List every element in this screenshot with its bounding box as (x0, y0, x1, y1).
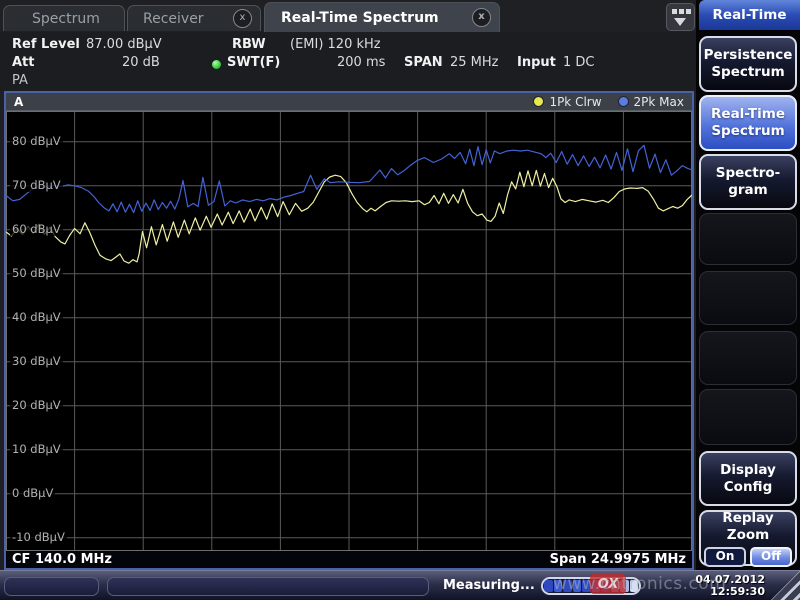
softkey-label: Real-Time Spectrum (711, 106, 785, 140)
softkey-persistence-spectrum[interactable]: Persistence Spectrum (699, 36, 797, 92)
hotkey-slot-1[interactable] (4, 577, 99, 596)
frequency-readout-bar: CF 140.0 MHz Span 24.9975 MHz (6, 551, 692, 568)
tab-receiver[interactable]: Receiver x (127, 5, 261, 31)
y-axis-tick-label: 20 dBµV (10, 398, 63, 412)
y-axis-tick-label: 30 dBµV (10, 354, 63, 368)
replay-zoom-off-button[interactable]: Off (750, 547, 792, 567)
tab-label: Spectrum (4, 11, 100, 27)
softkey-replay-zoom[interactable]: Replay Zoom OnOff (699, 510, 797, 566)
softkey-display-config[interactable]: Display Config (699, 451, 797, 506)
tab-label: Real-Time Spectrum (265, 10, 439, 26)
softkey-empty-4[interactable] (699, 271, 797, 325)
span-label: SPAN (404, 55, 443, 70)
input-value[interactable]: 1 DC (563, 55, 595, 70)
softkey-real-time-spectrum[interactable]: Real-Time Spectrum (699, 95, 797, 151)
tab-bar: Spectrum Receiver x Real-Time Spectrum x (0, 0, 696, 32)
span-value[interactable]: 25 MHz (450, 55, 499, 70)
softkey-sidebar: Real-Time Persistence Spectrum Real-Time … (696, 0, 800, 570)
input-label: Input (517, 55, 556, 70)
watermark: www.cntronics.com (553, 574, 726, 594)
settings-header: Ref Level 87.00 dBµV RBW (EMI) 120 kHz A… (0, 32, 696, 91)
softkey-label: Persistence Spectrum (704, 47, 793, 81)
close-icon[interactable]: x (472, 8, 491, 27)
y-axis-tick-label: 80 dBµV (10, 134, 63, 148)
rbw-label: RBW (232, 37, 266, 52)
tab-list-icon (672, 9, 691, 14)
window-label: A (14, 95, 23, 109)
y-axis-tick-label: 60 dBµV (10, 222, 63, 236)
transducer-indicator: PA (12, 73, 28, 88)
tab-list-dropdown-button[interactable] (666, 3, 695, 31)
legend-item-1pk-clrw: 1Pk Clrw (533, 95, 601, 109)
y-axis-tick-label: 70 dBµV (10, 178, 63, 192)
softkey-label: Display Config (720, 462, 776, 496)
chevron-down-icon (674, 18, 686, 26)
softkey-spectro--gram[interactable]: Spectro- gram (699, 154, 797, 210)
ref-level-label: Ref Level (12, 37, 80, 52)
softkey-label: Spectro- gram (716, 165, 781, 199)
softkey-empty-3[interactable] (699, 213, 797, 265)
att-label: Att (12, 55, 35, 70)
rbw-value[interactable]: (EMI) 120 kHz (290, 37, 381, 52)
replay-zoom-on-button[interactable]: On (704, 547, 746, 567)
tab-real-time-spectrum[interactable]: Real-Time Spectrum x (264, 2, 500, 32)
softkey-menu-title: Real-Time (699, 0, 800, 30)
replay-zoom-toggle: OnOff (704, 547, 792, 567)
hotkey-slot-2[interactable] (107, 577, 429, 596)
y-axis-tick-label: 50 dBµV (10, 266, 63, 280)
measurement-status-text: Measuring... (443, 578, 535, 593)
spectrum-plot-area[interactable] (6, 111, 692, 551)
tab-spectrum[interactable]: Spectrum (3, 5, 125, 31)
measurement-window: A 1Pk Clrw 2Pk Max 80 dBµV 70 dBµV 60 dBµV 5… (4, 91, 694, 570)
y-axis-tick-label: 40 dBµV (10, 310, 63, 324)
span-readout[interactable]: Span 24.9975 MHz (550, 552, 686, 567)
legend-item-2pk-max: 2Pk Max (618, 95, 684, 109)
att-value[interactable]: 20 dB (122, 55, 160, 70)
close-icon[interactable]: x (233, 9, 252, 28)
trace-legend: 1Pk Clrw 2Pk Max (533, 95, 684, 109)
trace-color-dot-icon (533, 96, 544, 107)
trace-color-dot-icon (618, 96, 629, 107)
softkey-empty-6[interactable] (699, 389, 797, 445)
legend-label: 2Pk Max (634, 95, 684, 109)
y-axis-tick-label: -10 dBµV (10, 530, 67, 544)
progress-segment (544, 580, 553, 592)
center-frequency-readout[interactable]: CF 140.0 MHz (12, 552, 112, 567)
spectrum-plot-svg (6, 111, 692, 551)
y-axis-tick-label: 0 dBµV (10, 486, 55, 500)
tab-label: Receiver (128, 11, 204, 27)
corner-grip-icon (771, 571, 800, 600)
softkey-empty-5[interactable] (699, 331, 797, 385)
y-axis-tick-label: 10 dBµV (10, 442, 63, 456)
instrument-screen: Spectrum Receiver x Real-Time Spectrum x… (0, 0, 800, 600)
swt-label: SWT(F) (227, 55, 280, 70)
legend-label: 1Pk Clrw (549, 95, 601, 109)
softkey-label: Replay Zoom (722, 510, 773, 544)
window-title-bar: A 1Pk Clrw 2Pk Max (6, 93, 692, 111)
sweep-status-led (212, 60, 221, 69)
ref-level-value[interactable]: 87.00 dBµV (86, 37, 162, 52)
swt-value[interactable]: 200 ms (337, 55, 385, 70)
